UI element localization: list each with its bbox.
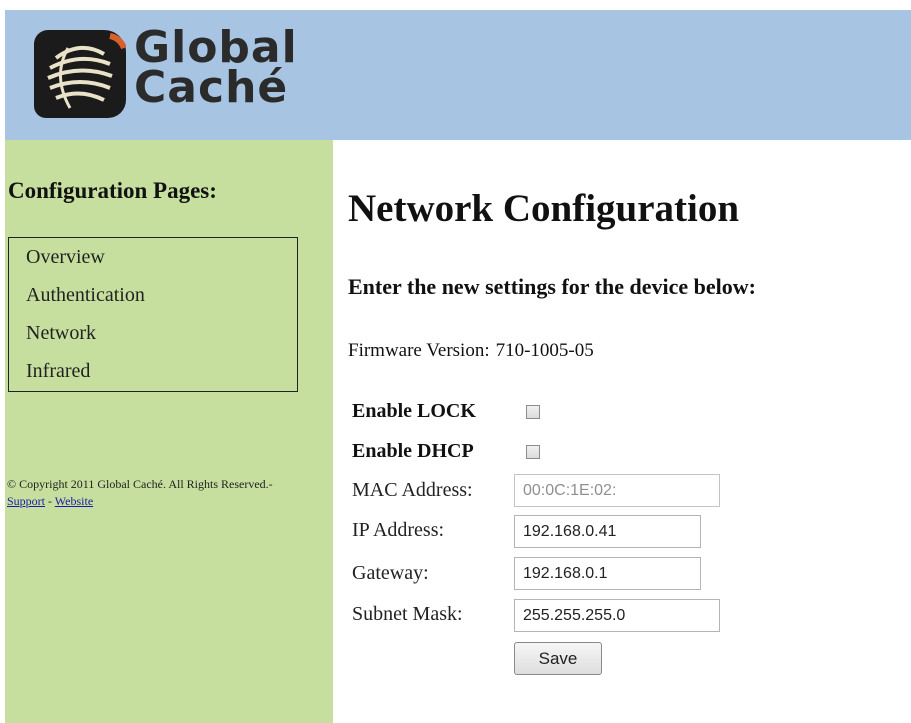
nav-menu: Overview Authentication Network Infrared [8,237,298,392]
nav-item-infrared[interactable]: Infrared [26,360,90,383]
sidebar: Configuration Pages: Overview Authentica… [5,140,333,723]
page-subtitle: Enter the new settings for the device be… [348,274,756,299]
logo-line-2: Caché [134,62,289,113]
website-link[interactable]: Website [55,494,93,508]
logo: Global Caché [32,24,302,124]
enable-dhcp-label: Enable DHCP [352,440,474,462]
nav-item-authentication[interactable]: Authentication [26,284,145,307]
page-title: Network Configuration [348,187,740,230]
global-cache-logo-icon [34,30,126,118]
nav-item-network[interactable]: Network [26,322,96,345]
sidebar-title: Configuration Pages: [8,178,217,203]
firmware-version: Firmware Version: 710-1005-05 [348,340,594,362]
gateway-label: Gateway: [352,562,429,584]
enable-lock-checkbox[interactable] [526,405,540,419]
ip-address-label: IP Address: [352,519,445,541]
copyright-text: © Copyright 2011 Global Caché. All Right… [7,477,273,491]
mac-address-label: MAC Address: [352,479,473,501]
link-separator: - [45,494,55,508]
mac-address-field[interactable]: 00:0C:1E:02: [514,474,720,507]
firmware-label: Firmware Version: [348,340,490,361]
copyright-footer: © Copyright 2011 Global Caché. All Right… [7,476,307,510]
subnet-mask-label: Subnet Mask: [352,603,463,625]
firmware-value: 710-1005-05 [495,340,594,361]
subnet-mask-field[interactable]: 255.255.255.0 [514,599,720,632]
enable-lock-label: Enable LOCK [352,400,476,422]
save-button[interactable]: Save [514,642,602,675]
logo-text: Global Caché [134,26,298,113]
header-banner: Global Caché [5,10,911,140]
gateway-field[interactable]: 192.168.0.1 [514,557,701,590]
support-link[interactable]: Support [7,494,45,508]
nav-item-overview[interactable]: Overview [26,246,105,269]
enable-dhcp-checkbox[interactable] [526,445,540,459]
ip-address-field[interactable]: 192.168.0.41 [514,515,701,548]
